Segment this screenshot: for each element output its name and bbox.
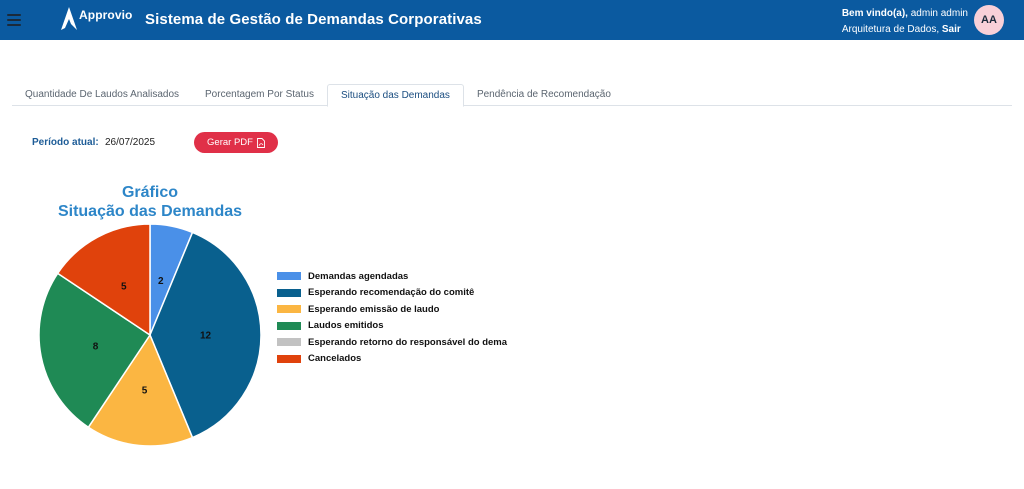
legend-swatch-2	[277, 305, 301, 314]
legend-item-3[interactable]: Laudos emitidos	[277, 318, 507, 335]
legend-label-4: Esperando retorno do responsável do dema	[308, 336, 508, 348]
legend-label-5: Cancelados	[308, 353, 362, 365]
legend-swatch-4	[277, 338, 301, 347]
legend-label-0: Demandas agendadas	[308, 270, 409, 282]
pie-slice-label-0: 2	[158, 276, 164, 287]
legend-label-3: Laudos emitidos	[308, 320, 384, 332]
avatar[interactable]: AA	[974, 5, 1004, 35]
logo-text: Approvio	[79, 8, 133, 22]
user-name: admin admin	[910, 8, 968, 19]
chart-title: Gráfico Situação das Demandas	[40, 183, 260, 221]
pie-slice-label-5: 5	[121, 282, 127, 293]
pie-slice-5[interactable]	[56, 223, 151, 337]
pdf-file-icon	[257, 137, 265, 148]
legend-swatch-5	[277, 354, 301, 363]
pie-slice-1[interactable]	[149, 231, 262, 439]
pie-slice-label-3: 8	[93, 341, 99, 352]
pie-slice-3[interactable]	[38, 272, 152, 429]
logo[interactable]: Approvio	[60, 6, 132, 32]
pie-slice-0[interactable]	[149, 223, 194, 336]
gerar-pdf-label: Gerar PDF	[207, 137, 253, 148]
user-info: Bem vindo(a), admin admin Arquitetura de…	[842, 6, 968, 38]
approvio-logo-icon	[61, 7, 77, 30]
legend-item-0[interactable]: Demandas agendadas	[277, 268, 507, 285]
pie-slice-2[interactable]	[87, 333, 194, 447]
legend-label-1: Esperando recomendação do comitê	[308, 287, 475, 299]
hamburger-menu-icon[interactable]	[7, 14, 21, 26]
pie-chart: 2 12 5 8 5	[38, 223, 262, 447]
legend-item-4[interactable]: Esperando retorno do responsável do dema	[277, 334, 507, 351]
legend-item-1[interactable]: Esperando recomendação do comitê	[277, 285, 507, 302]
legend-item-5[interactable]: Cancelados	[277, 351, 507, 368]
legend-label-2: Esperando emissão de laudo	[308, 303, 440, 315]
app-title: Sistema de Gestão de Demandas Corporativ…	[145, 11, 482, 28]
tab-quantidade-laudos[interactable]: Quantidade De Laudos Analisados	[12, 84, 192, 106]
legend-swatch-1	[277, 288, 301, 297]
pie-slice-label-1: 12	[200, 331, 212, 342]
dashboard-tabs: Quantidade De Laudos Analisados Porcenta…	[12, 84, 1012, 107]
tab-situacao-demandas[interactable]: Situação das Demandas	[326, 84, 464, 107]
chart-legend: Demandas agendadas Esperando recomendação…	[277, 268, 507, 367]
welcome-label: Bem vindo(a),	[841, 8, 908, 19]
tab-porcentagem-status[interactable]: Porcentagem Por Status	[192, 84, 327, 106]
logout-link[interactable]: Sair	[942, 24, 961, 35]
gerar-pdf-button[interactable]: Gerar PDF	[194, 132, 278, 153]
periodo-label: Período atual:	[32, 137, 99, 148]
tab-pendencia-recomendacao[interactable]: Pendência de Recomendação	[464, 84, 624, 106]
legend-swatch-3	[277, 321, 301, 330]
department-label: Arquitetura de Dados,	[841, 24, 940, 35]
legend-item-2[interactable]: Esperando emissão de laudo	[277, 301, 507, 318]
top-navigation-bar: Approvio Sistema de Gestão de Demandas C…	[0, 0, 1024, 40]
chart-title-line1: Gráfico	[121, 184, 178, 201]
legend-swatch-0	[277, 272, 301, 281]
chart-title-line2: Situação das Demandas	[57, 203, 243, 220]
periodo-value: 26/07/2025	[105, 137, 156, 148]
pie-slice-label-2: 5	[142, 386, 148, 397]
